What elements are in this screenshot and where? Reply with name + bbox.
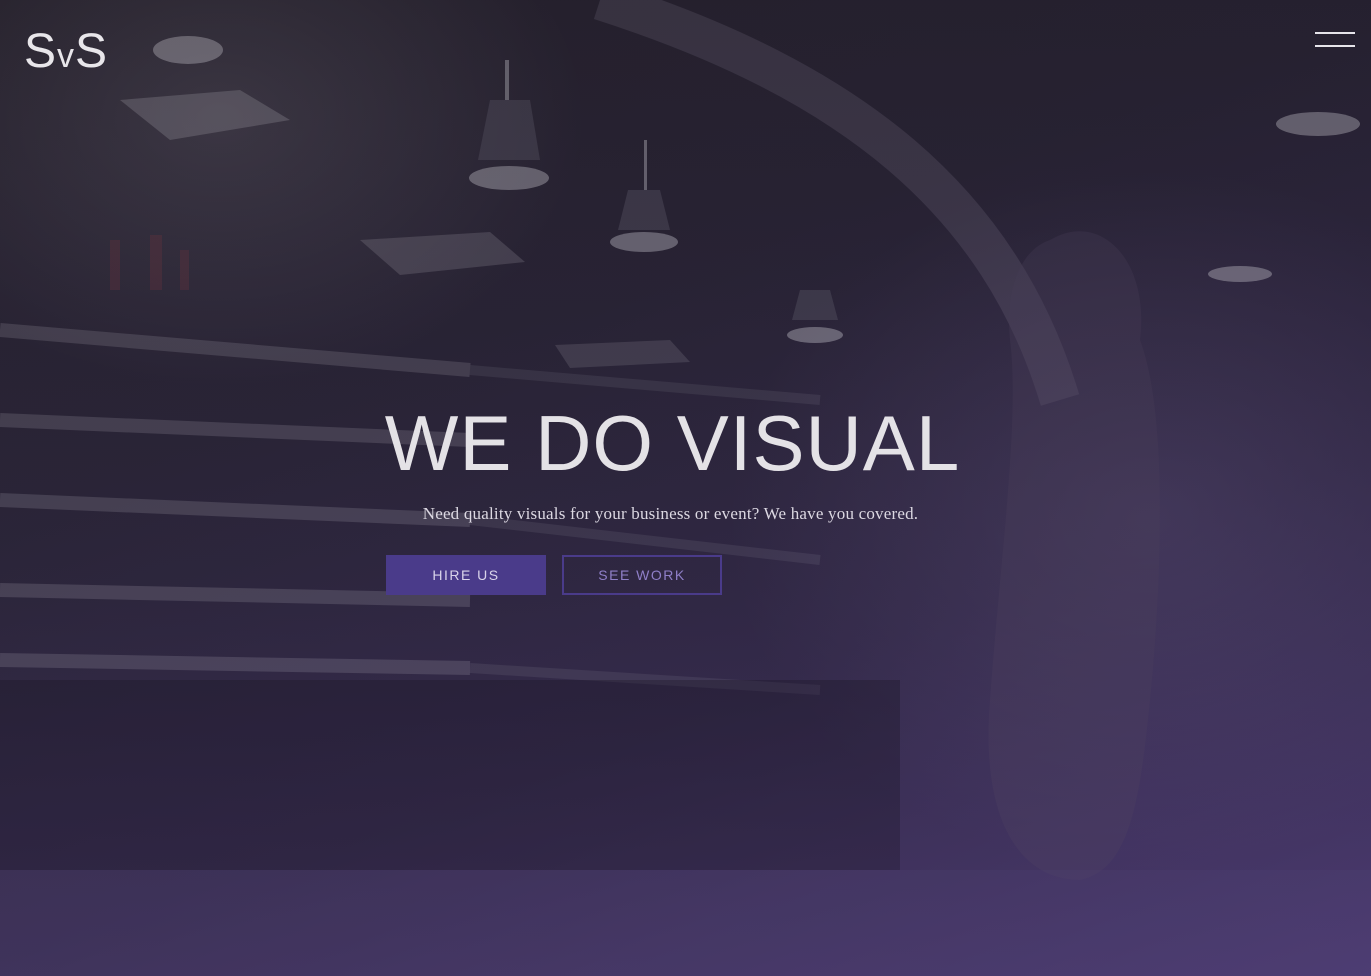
logo-letter-s-second: S [75, 25, 109, 78]
site-logo[interactable]: SvS [24, 24, 108, 84]
hamburger-menu-icon[interactable] [1315, 30, 1355, 50]
logo-letter-s: S [24, 25, 58, 78]
hero-content: WE DO VISUAL Need quality visuals for yo… [0, 400, 1371, 524]
see-work-button[interactable]: SEE WORK [562, 555, 722, 595]
hire-us-button[interactable]: HIRE US [386, 555, 546, 595]
hero-tagline: Need quality visuals for your business o… [422, 504, 919, 523]
logo-letter-v: v [57, 37, 76, 75]
hero-headline: WE DO VISUAL [384, 399, 961, 487]
hero-actions: HIRE US SEE WORK [386, 555, 722, 595]
menu-bar-top [1315, 32, 1355, 34]
hero-section: SvS WE DO VISUAL Need quality visuals fo… [0, 0, 1371, 976]
menu-bar-bottom [1315, 45, 1355, 47]
